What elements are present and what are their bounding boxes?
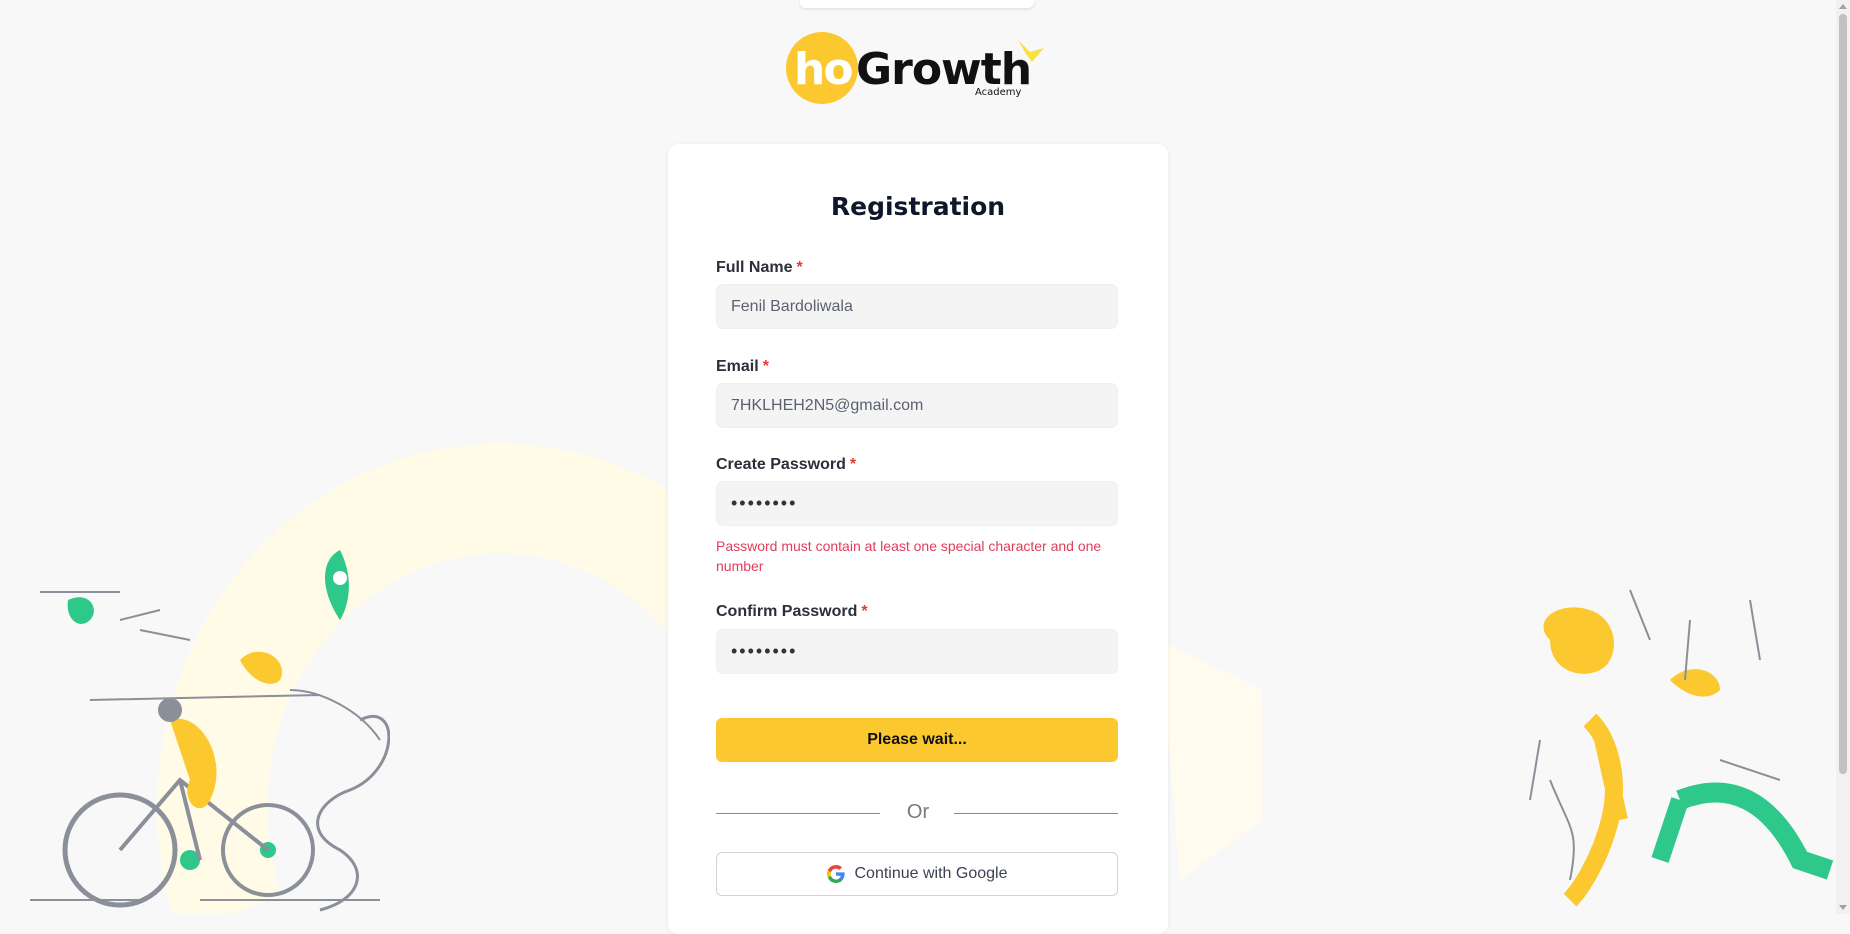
scrollbar-thumb[interactable] — [1839, 14, 1847, 774]
google-icon — [826, 865, 845, 883]
vertical-scrollbar[interactable] — [1836, 0, 1850, 914]
password-error: Password must contain at least one speci… — [716, 538, 1102, 574]
location-pin-icon — [325, 550, 349, 620]
confirm-password-label: Confirm Password * — [716, 603, 868, 620]
email-label: Email * — [716, 358, 769, 375]
google-button-label: Continue with Google — [854, 865, 1008, 882]
hogrowth-logo: ho Growth Academy — [786, 32, 1048, 108]
google-signin-button[interactable]: Continue with Google — [716, 852, 1118, 896]
dancers-illustration — [1529, 589, 1834, 907]
full-name-input[interactable] — [716, 284, 1118, 329]
cyclist-illustration — [30, 550, 390, 912]
page-title: Registration — [830, 192, 1006, 221]
full-name-label: Full Name * — [716, 259, 803, 276]
create-password-input[interactable] — [716, 481, 1118, 526]
butterfly-icon — [1018, 40, 1044, 62]
submit-button[interactable]: Please wait... — [716, 718, 1118, 762]
confirm-password-input[interactable] — [716, 629, 1118, 674]
create-password-label: Create Password * — [716, 456, 857, 473]
divider-right — [954, 813, 1118, 814]
email-input[interactable] — [716, 383, 1118, 428]
registration-card: Registration Full Name* Email* Create Pa… — [668, 144, 1168, 934]
